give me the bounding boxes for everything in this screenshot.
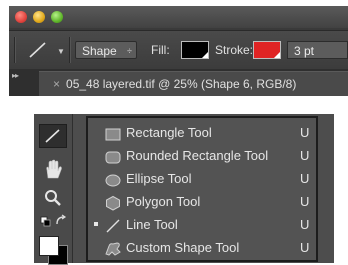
zoom-icon bbox=[45, 190, 61, 206]
stroke-width-field[interactable]: 3 pt bbox=[287, 41, 348, 59]
document-tab-row: ▸▸ × 05_48 layered.tif @ 25% (Shape 6, RG… bbox=[9, 69, 348, 96]
tool-mode-select[interactable]: Shape ÷ bbox=[75, 41, 137, 59]
fill-label: Fill: bbox=[151, 43, 170, 57]
close-window-button[interactable] bbox=[15, 11, 27, 23]
minimize-window-button[interactable] bbox=[33, 11, 45, 23]
rectangle-icon bbox=[105, 128, 121, 141]
flyout-item-shortcut: U bbox=[300, 125, 310, 140]
hand-icon bbox=[46, 159, 62, 179]
flyout-item-shortcut: U bbox=[300, 240, 310, 255]
tools-panel: Rectangle Tool U Rounded Rectangle Tool … bbox=[34, 114, 334, 265]
flyout-item-rectangle-tool[interactable]: Rectangle Tool U bbox=[88, 123, 316, 146]
flyout-item-label: Polygon Tool bbox=[126, 194, 201, 209]
stepper-arrows-icon: ÷ bbox=[127, 46, 132, 56]
flyout-item-polygon-tool[interactable]: Polygon Tool U bbox=[88, 192, 316, 215]
document-title: 05_48 layered.tif @ 25% (Shape 6, RGB/8) bbox=[66, 77, 297, 91]
flyout-item-label: Custom Shape Tool bbox=[126, 240, 240, 255]
stroke-color-swatch[interactable] bbox=[253, 41, 281, 59]
flyout-item-line-tool[interactable]: Line Tool U bbox=[88, 215, 316, 238]
zoom-tool-button[interactable] bbox=[39, 186, 67, 210]
flyout-item-shortcut: U bbox=[300, 194, 310, 209]
line-tool-button[interactable] bbox=[39, 124, 67, 148]
flyout-item-shortcut: U bbox=[300, 171, 310, 186]
rounded-rectangle-icon bbox=[105, 151, 121, 164]
ellipse-icon bbox=[105, 174, 121, 187]
line-tool-icon bbox=[45, 129, 60, 143]
fill-color-swatch[interactable] bbox=[181, 41, 209, 59]
swatch-menu-corner-icon bbox=[274, 52, 280, 58]
swatch-menu-corner-icon bbox=[202, 52, 208, 58]
tool-mode-value: Shape bbox=[82, 44, 117, 58]
toolbox bbox=[34, 114, 73, 265]
flyout-item-label: Line Tool bbox=[126, 217, 178, 232]
flyout-item-label: Ellipse Tool bbox=[126, 171, 192, 186]
swap-colors-icon bbox=[40, 214, 67, 227]
line-icon bbox=[106, 219, 120, 233]
divider bbox=[69, 37, 70, 63]
collapse-panels-icon[interactable]: ▸▸ bbox=[12, 71, 19, 80]
flyout-item-shortcut: U bbox=[300, 217, 310, 232]
close-tab-icon[interactable]: × bbox=[53, 77, 60, 91]
line-tool-preset-icon[interactable] bbox=[23, 37, 53, 63]
selected-bullet-icon bbox=[94, 222, 98, 226]
flyout-item-label: Rectangle Tool bbox=[126, 125, 212, 140]
polygon-icon bbox=[106, 195, 120, 211]
hand-tool-button[interactable] bbox=[39, 158, 67, 182]
document-tab[interactable]: × 05_48 layered.tif @ 25% (Shape 6, RGB/8… bbox=[39, 71, 348, 96]
flyout-item-rounded-rectangle-tool[interactable]: Rounded Rectangle Tool U bbox=[88, 146, 316, 169]
options-bar-gripper bbox=[14, 37, 15, 63]
flyout-item-custom-shape-tool[interactable]: Custom Shape Tool U bbox=[88, 238, 316, 261]
flyout-item-shortcut: U bbox=[300, 148, 310, 163]
color-controls bbox=[39, 212, 67, 230]
photoshop-window-top: ▼ Shape ÷ Fill: Stroke: 3 pt ▸▸ × 05_48 l… bbox=[9, 6, 348, 96]
title-bar bbox=[9, 6, 348, 28]
options-bar: ▼ Shape ÷ Fill: Stroke: 3 pt bbox=[9, 30, 348, 70]
zoom-window-button[interactable] bbox=[51, 11, 63, 23]
flyout-item-label: Rounded Rectangle Tool bbox=[126, 148, 269, 163]
stroke-label: Stroke: bbox=[215, 43, 254, 57]
chevron-down-icon[interactable]: ▼ bbox=[57, 47, 65, 56]
custom-shape-icon bbox=[105, 242, 121, 256]
flyout-item-ellipse-tool[interactable]: Ellipse Tool U bbox=[88, 169, 316, 192]
shape-tools-flyout: Rectangle Tool U Rounded Rectangle Tool … bbox=[86, 116, 318, 262]
foreground-color-swatch[interactable] bbox=[39, 236, 59, 256]
